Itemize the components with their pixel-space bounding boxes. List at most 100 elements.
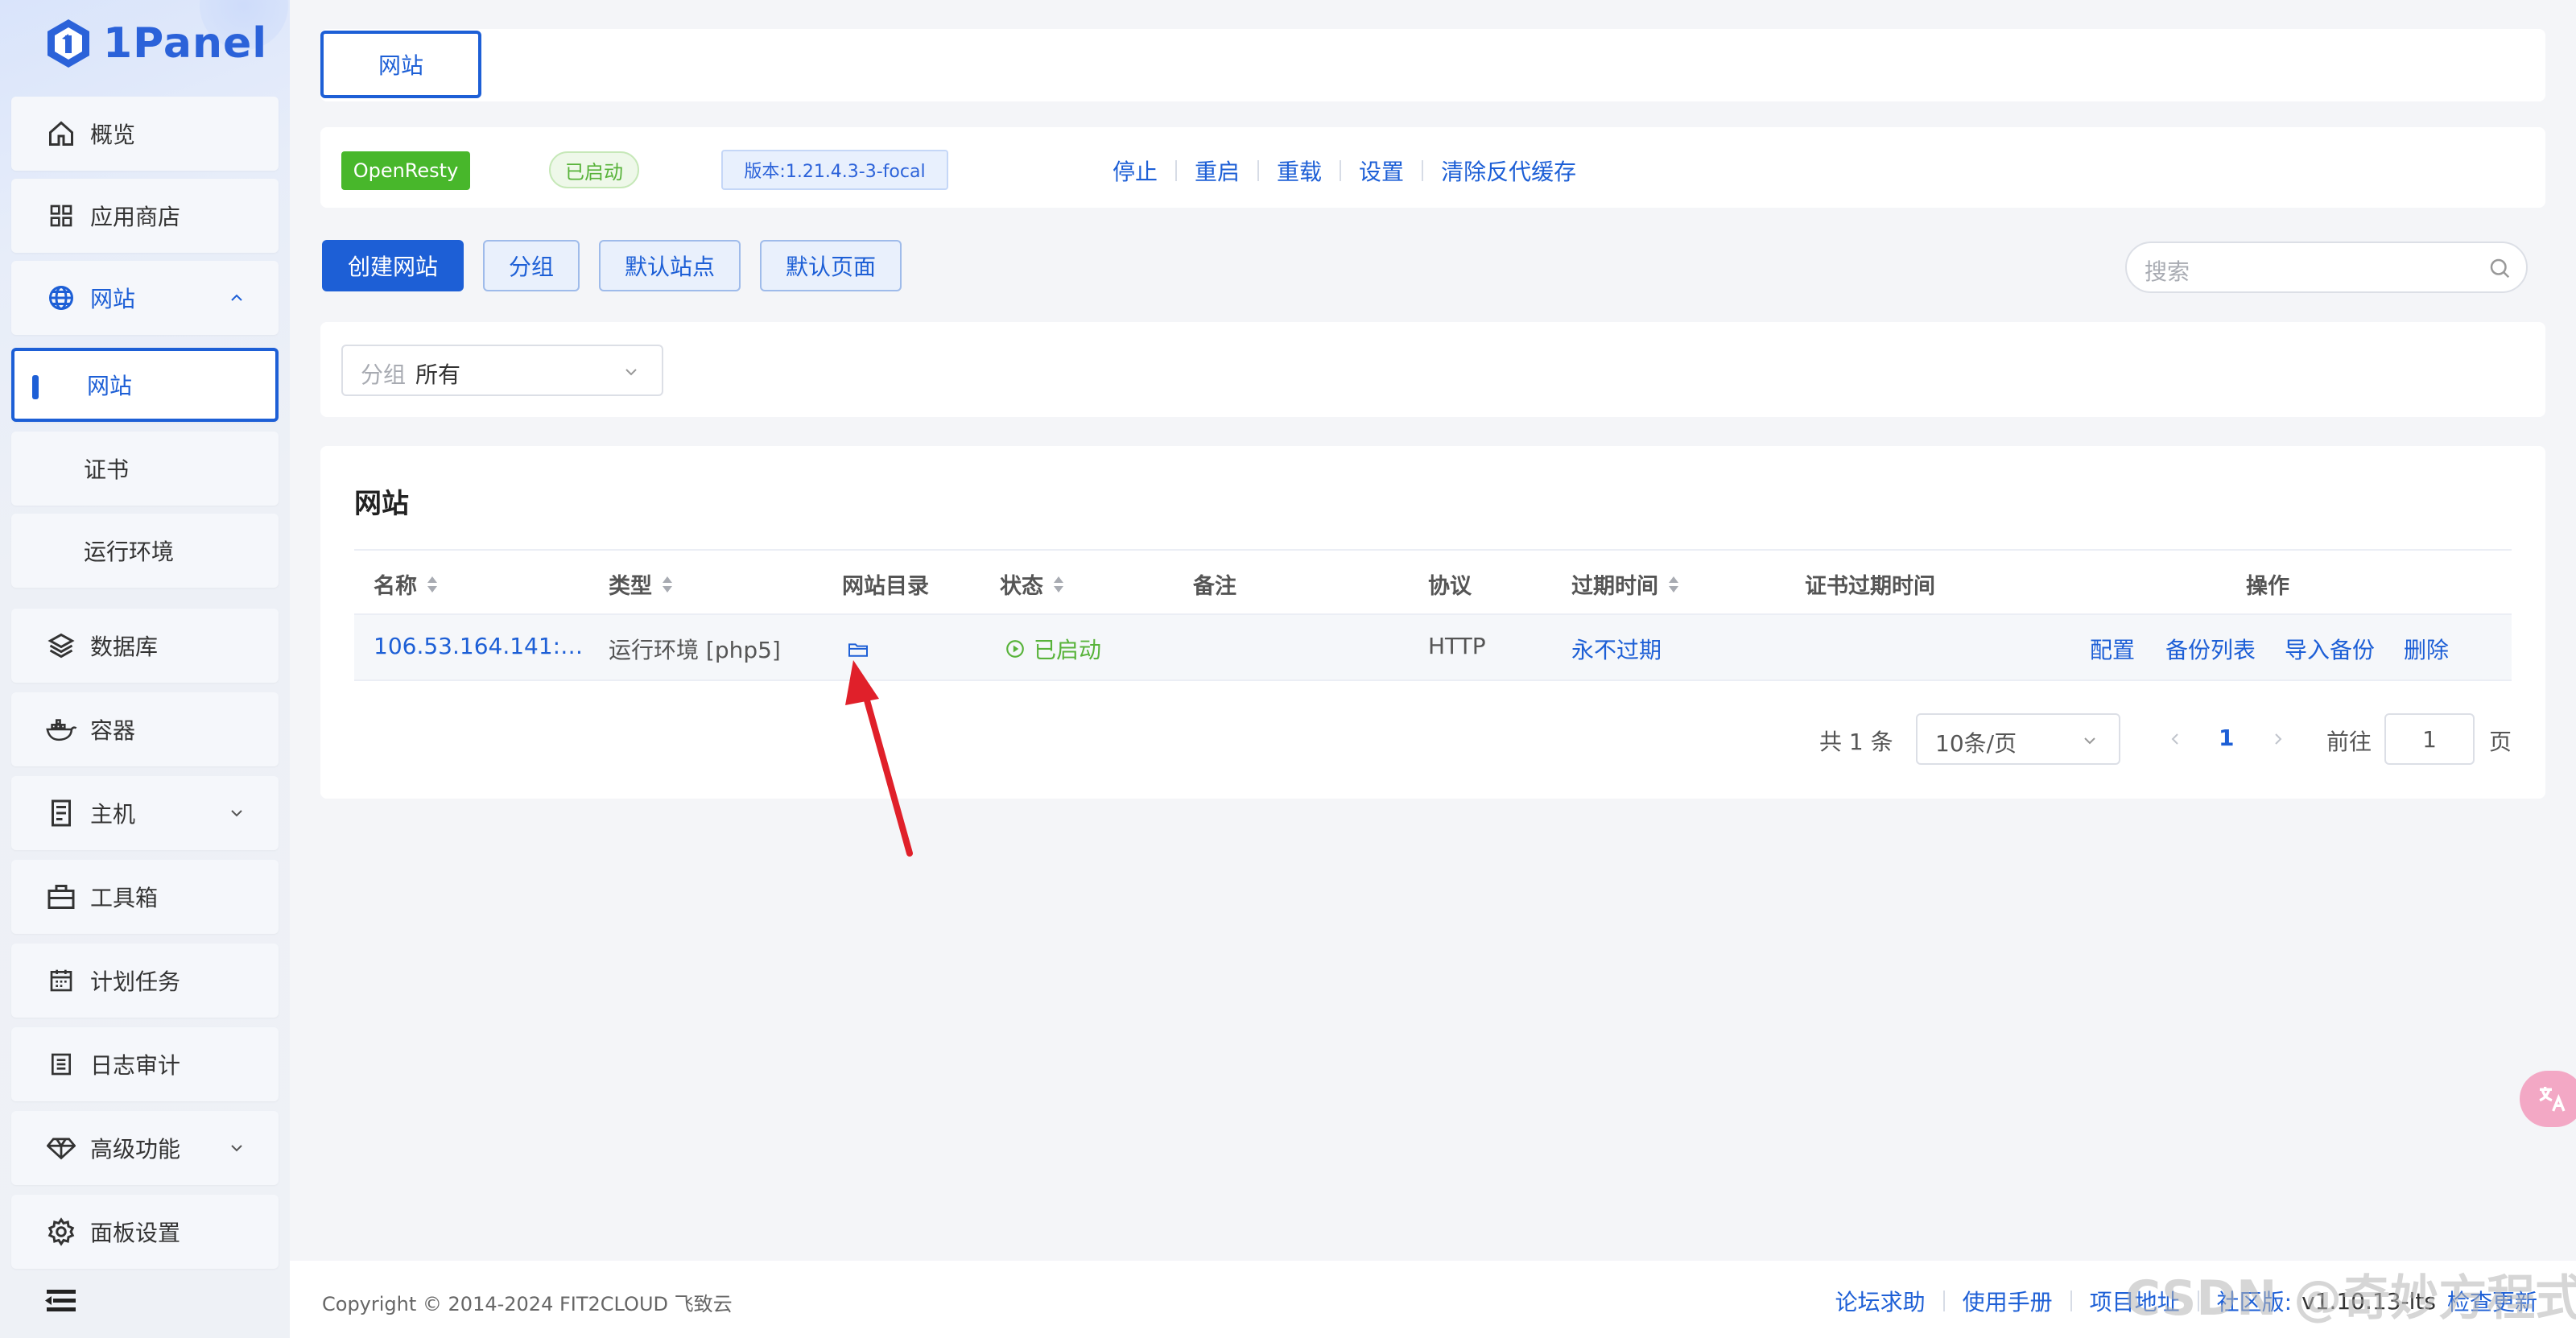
select-value: 所有 <box>415 361 461 388</box>
diamond-icon <box>45 1132 77 1164</box>
sort-icon[interactable] <box>425 574 440 595</box>
collapse-menu-icon[interactable] <box>43 1286 79 1315</box>
docker-icon <box>45 713 77 745</box>
column-label: 备注 <box>1193 574 1236 599</box>
column-label: 证书过期时间 <box>1805 574 1935 599</box>
log-icon <box>45 1048 77 1080</box>
app-actions: 停止 重启 重载 设置 清除反代缓存 <box>1113 151 1576 190</box>
column-label: 过期时间 <box>1571 574 1658 599</box>
sidebar-item-cron[interactable]: 计划任务 <box>11 944 279 1018</box>
restart-button[interactable]: 重启 <box>1195 155 1240 187</box>
column-label: 网站目录 <box>842 574 929 599</box>
default-site-button[interactable]: 默认站点 <box>599 240 741 291</box>
sidebar-item-label: 应用商店 <box>90 204 181 230</box>
annotation-arrow-icon <box>845 660 913 857</box>
sidebar-item-label: 主机 <box>90 801 136 828</box>
sidebar-item-runtime[interactable]: 运行环境 <box>11 514 279 588</box>
toolbox-icon <box>45 881 77 913</box>
site-name-link[interactable]: 106.53.164.141:… <box>374 633 583 659</box>
reload-button[interactable]: 重载 <box>1277 155 1322 187</box>
column-header-expire[interactable]: 过期时间 <box>1571 568 1681 600</box>
gear-icon <box>45 1216 77 1248</box>
divider <box>1257 160 1260 181</box>
group-select[interactable]: 分组 所有 <box>341 345 663 396</box>
default-page-button[interactable]: 默认页面 <box>760 240 902 291</box>
sidebar-item-label: 概览 <box>90 122 136 148</box>
sidebar-item-websites[interactable]: 网站 <box>11 261 279 335</box>
website-table-card: 网站 名称 类型 网站目录 状态 备注 协议 过期时间 证书过期时间 操作 10… <box>320 446 2545 799</box>
stop-button[interactable]: 停止 <box>1113 155 1158 187</box>
sidebar-item-database[interactable]: 数据库 <box>11 609 279 683</box>
column-label: 协议 <box>1428 574 1472 599</box>
sidebar-item-websites-list[interactable]: 网站 <box>11 348 279 422</box>
sidebar-item-label: 高级功能 <box>90 1136 181 1162</box>
app-status-bar: OpenResty 已启动 版本:1.21.4.3-3-focal 停止 重启 … <box>320 127 2545 208</box>
goto-label: 前往 <box>2326 729 2372 755</box>
site-status-label: 已启动 <box>1034 637 1102 663</box>
search-input[interactable]: 搜索 <box>2125 242 2528 293</box>
sort-icon[interactable] <box>1051 574 1066 595</box>
page-size-select[interactable]: 10条/页 <box>1916 713 2120 765</box>
translate-floating-button[interactable] <box>2520 1071 2576 1127</box>
sidebar-item-advanced[interactable]: 高级功能 <box>11 1111 279 1185</box>
chevron-left-icon[interactable] <box>2165 729 2185 749</box>
page-size-value: 10条/页 <box>1935 730 2017 757</box>
column-header-protocol: 协议 <box>1428 568 1472 600</box>
clear-proxy-cache-button[interactable]: 清除反代缓存 <box>1441 155 1576 187</box>
sidebar-item-certificates[interactable]: 证书 <box>11 432 279 506</box>
backup-list-button[interactable]: 备份列表 <box>2165 633 2256 665</box>
divider <box>1175 160 1178 181</box>
delete-button[interactable]: 删除 <box>2404 633 2449 665</box>
sidebar-item-overview[interactable]: 概览 <box>11 97 279 171</box>
config-button[interactable]: 配置 <box>2090 633 2135 665</box>
translate-icon <box>2539 1087 2566 1112</box>
pagination-total: 共 1 条 <box>1819 729 1893 755</box>
sidebar-item-label: 数据库 <box>90 634 159 660</box>
site-expire-link[interactable]: 永不过期 <box>1571 633 1662 665</box>
grid-icon <box>45 200 77 232</box>
sidebar-item-containers[interactable]: 容器 <box>11 692 279 766</box>
create-website-button[interactable]: 创建网站 <box>322 240 464 291</box>
goto-page-input[interactable]: 1 <box>2384 713 2475 765</box>
status-badge: 已启动 <box>549 151 639 188</box>
column-header-status[interactable]: 状态 <box>1000 568 1066 600</box>
settings-button[interactable]: 设置 <box>1359 155 1404 187</box>
column-label: 操作 <box>2246 574 2289 599</box>
select-prefix: 分组 <box>361 361 407 388</box>
watermark: CSDN @奇妙方程式 <box>2125 1270 2576 1327</box>
active-indicator <box>32 375 39 399</box>
sidebar-item-host[interactable]: 主机 <box>11 776 279 850</box>
column-header-type[interactable]: 类型 <box>609 568 675 600</box>
sort-icon[interactable] <box>660 574 675 595</box>
column-header-name[interactable]: 名称 <box>374 568 440 600</box>
manual-link[interactable]: 使用手册 <box>1963 1285 2053 1317</box>
chevron-down-icon <box>231 810 242 817</box>
sidebar-item-settings[interactable]: 面板设置 <box>11 1195 279 1269</box>
import-backup-button[interactable]: 导入备份 <box>2285 633 2375 665</box>
site-status[interactable]: 已启动 <box>1005 633 1101 665</box>
column-header-actions: 操作 <box>2246 568 2289 600</box>
divider <box>1422 160 1424 181</box>
group-button[interactable]: 分组 <box>483 240 580 291</box>
sidebar-item-label: 证书 <box>84 456 130 483</box>
page-number-current[interactable]: 1 <box>2219 725 2234 776</box>
divider <box>1942 1291 1945 1311</box>
brand-name: 1Panel <box>103 19 268 68</box>
sidebar-item-logs[interactable]: 日志审计 <box>11 1027 279 1101</box>
logo[interactable]: 1Panel <box>45 14 267 72</box>
chevron-down-icon <box>2084 737 2095 745</box>
column-header-cert-expire: 证书过期时间 <box>1805 568 1935 600</box>
page-suffix: 页 <box>2489 729 2512 755</box>
forum-link[interactable]: 论坛求助 <box>1835 1285 1926 1317</box>
chevron-right-icon[interactable] <box>2268 729 2288 749</box>
sidebar-item-app-store[interactable]: 应用商店 <box>11 179 279 253</box>
sort-icon[interactable] <box>1666 574 1681 595</box>
sidebar-item-toolbox[interactable]: 工具箱 <box>11 860 279 934</box>
sidebar-item-label: 容器 <box>90 717 136 744</box>
sidebar: 1Panel 概览 应用商店 网站 网站 证书 运行环境 数据库 容器 主机 工… <box>0 0 290 1338</box>
logo-icon <box>47 19 89 68</box>
app-name-tag: OpenResty <box>341 151 470 190</box>
search-icon[interactable] <box>2487 256 2512 280</box>
tab-websites[interactable]: 网站 <box>320 31 481 98</box>
column-header-remark: 备注 <box>1193 568 1236 600</box>
